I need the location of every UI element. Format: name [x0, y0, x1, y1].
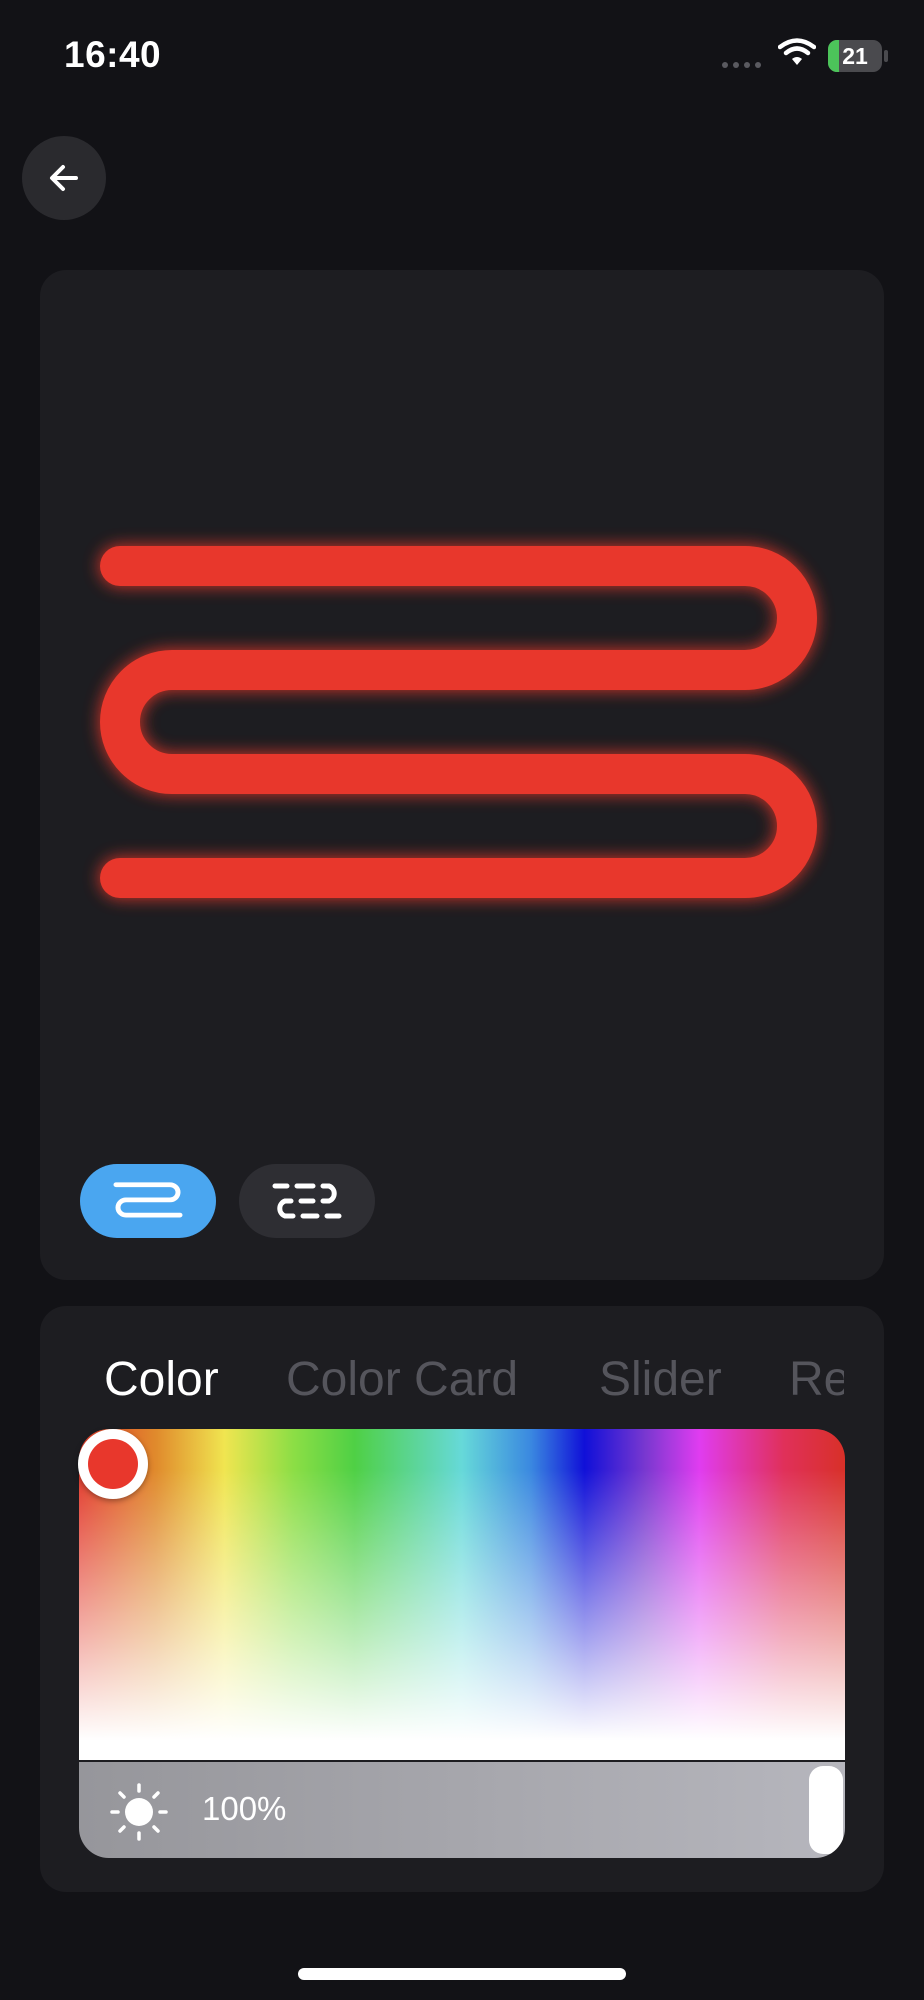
- preview-card: [40, 270, 884, 1280]
- battery-icon: 21: [828, 40, 882, 72]
- back-button[interactable]: [22, 136, 106, 220]
- battery-level: 21: [842, 43, 868, 69]
- segmented-strip-icon: [272, 1183, 342, 1219]
- cellular-signal-icon: [722, 62, 761, 68]
- tab-color-card[interactable]: Color Card: [286, 1352, 518, 1407]
- color-picker-handle[interactable]: [78, 1429, 148, 1499]
- sun-icon: [110, 1783, 168, 1841]
- led-strip-preview: [99, 545, 818, 899]
- wifi-icon: [778, 38, 816, 65]
- brightness-thumb[interactable]: [809, 1766, 843, 1854]
- tab-re[interactable]: Re: [789, 1352, 844, 1407]
- selected-color-dot: [88, 1439, 138, 1489]
- controls-card: Color Color Card Slider Re 100%: [40, 1306, 884, 1892]
- status-time: 16:40: [64, 34, 162, 75]
- arrow-left-icon: [50, 165, 78, 191]
- continuous-strip-icon: [113, 1182, 183, 1218]
- tab-color[interactable]: Color: [104, 1352, 219, 1407]
- mode-continuous-button[interactable]: [80, 1164, 216, 1238]
- mode-segmented-button[interactable]: [239, 1164, 375, 1238]
- color-picker[interactable]: [79, 1429, 845, 1760]
- tab-slider[interactable]: Slider: [599, 1352, 722, 1407]
- brightness-value: 100%: [202, 1790, 287, 1827]
- brightness-slider[interactable]: 100%: [79, 1762, 845, 1858]
- status-bar: 16:40 21: [0, 0, 924, 110]
- battery-tip: [884, 50, 888, 62]
- home-indicator: [298, 1968, 626, 1980]
- tab-bar: Color Color Card Slider Re: [40, 1352, 844, 1416]
